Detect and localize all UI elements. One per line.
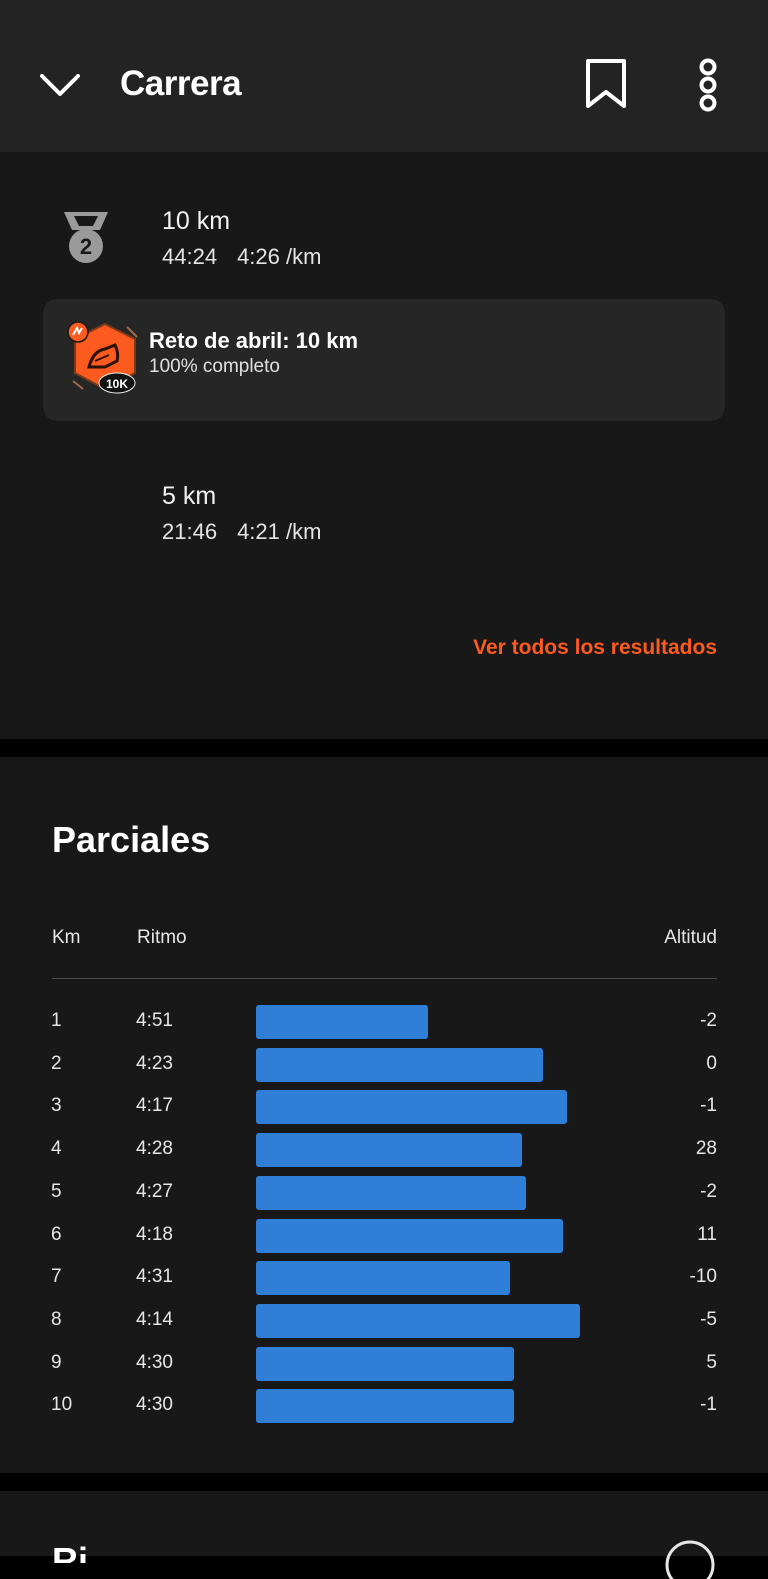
- effort-details: 44:24 4:26 /km: [162, 244, 321, 270]
- info-icon[interactable]: [664, 1539, 716, 1579]
- split-pace: 4:17: [136, 1095, 173, 1117]
- split-row: 10 4:30 -1: [0, 1387, 768, 1425]
- pace-bar: [256, 1218, 563, 1253]
- challenge-title: Reto de abril: 10 km: [149, 328, 359, 353]
- next-section-card: Ri: [0, 1491, 768, 1579]
- split-km: 5: [51, 1180, 62, 1202]
- split-km: 2: [51, 1052, 62, 1074]
- effort-pace: 4:21 /km: [237, 519, 322, 544]
- column-header-pace: Ritmo: [137, 927, 187, 948]
- pace-bar: [256, 1047, 543, 1082]
- split-km: 7: [51, 1266, 62, 1288]
- split-row: 1 4:51 -2: [0, 1003, 768, 1041]
- split-km: 6: [51, 1223, 62, 1245]
- challenge-badge-icon: 10K: [67, 321, 138, 394]
- split-altitude: 0: [706, 1052, 717, 1074]
- more-options-icon[interactable]: [692, 58, 724, 112]
- column-header-km: Km: [52, 927, 81, 948]
- splits-card: Parciales Km Ritmo Altitud 1 4:51 -2 2 4:23 0…: [0, 757, 768, 1473]
- challenge-status: 100% completo: [149, 356, 280, 377]
- best-efforts-card: 2 10 km 44:24 4:26 /km 10K Reto de abril:…: [0, 152, 768, 739]
- split-altitude: -2: [700, 1180, 717, 1202]
- split-pace: 4:30: [136, 1351, 173, 1373]
- divider: [52, 978, 717, 979]
- split-pace: 4:23: [136, 1052, 173, 1074]
- split-km: 9: [51, 1351, 62, 1373]
- pace-bar: [256, 1005, 428, 1039]
- split-altitude: -2: [700, 1010, 717, 1031]
- split-row: 9 4:30 5: [0, 1345, 768, 1383]
- split-row: 3 4:17 -1: [0, 1088, 768, 1126]
- pace-bar: [256, 1090, 567, 1125]
- pace-bar: [256, 1261, 510, 1296]
- effort-pace: 4:26 /km: [237, 244, 322, 269]
- split-altitude: -1: [700, 1095, 717, 1117]
- split-altitude: -1: [700, 1394, 717, 1416]
- pace-bar: [256, 1346, 514, 1381]
- split-pace: 4:14: [136, 1308, 173, 1330]
- bookmark-icon[interactable]: [584, 58, 628, 110]
- split-pace: 4:28: [136, 1138, 173, 1160]
- chevron-down-icon[interactable]: [38, 68, 82, 104]
- page-title: Carrera: [120, 64, 242, 103]
- medal-rank: 2: [80, 234, 92, 259]
- split-pace: 4:27: [136, 1180, 173, 1202]
- split-pace: 4:51: [136, 1010, 173, 1031]
- top-app-bar: Carrera: [0, 0, 768, 152]
- split-pace: 4:18: [136, 1223, 173, 1245]
- badge-label: 10K: [106, 377, 128, 391]
- split-row: 8 4:14 -5: [0, 1302, 768, 1340]
- split-pace: 4:31: [136, 1266, 173, 1288]
- split-altitude: 28: [695, 1138, 717, 1160]
- section-title-partial: Ri: [52, 1543, 92, 1563]
- split-km: 1: [51, 1010, 62, 1031]
- pace-bar: [256, 1133, 522, 1168]
- split-altitude: 5: [706, 1351, 717, 1373]
- split-km: 8: [51, 1308, 62, 1330]
- effort-time: 44:24: [162, 244, 218, 269]
- effort-distance: 5 km: [162, 482, 217, 510]
- split-row: 7 4:31 -10: [0, 1259, 768, 1297]
- column-header-altitude: Altitud: [664, 927, 717, 948]
- effort-details: 21:46 4:21 /km: [162, 519, 321, 545]
- split-row: 2 4:23 0: [0, 1046, 768, 1084]
- split-km: 4: [51, 1138, 62, 1160]
- pace-bar: [256, 1175, 526, 1210]
- split-km: 10: [51, 1394, 73, 1416]
- split-pace: 4:30: [136, 1394, 173, 1416]
- challenge-card[interactable]: 10K Reto de abril: 10 km 100% completo: [43, 299, 725, 421]
- split-row: 6 4:18 11: [0, 1217, 768, 1255]
- split-altitude: -5: [700, 1308, 717, 1330]
- pace-bar: [256, 1389, 514, 1424]
- split-row: 4 4:28 28: [0, 1131, 768, 1169]
- split-km: 3: [51, 1095, 62, 1117]
- see-all-results-link[interactable]: Ver todos los resultados: [473, 636, 717, 660]
- splits-title: Parciales: [52, 819, 211, 860]
- effort-distance: 10 km: [162, 207, 231, 235]
- split-altitude: 11: [697, 1223, 717, 1245]
- pace-bar: [256, 1303, 580, 1338]
- silver-medal-icon: 2: [64, 212, 108, 263]
- effort-time: 21:46: [162, 519, 218, 544]
- split-row: 5 4:27 -2: [0, 1174, 768, 1212]
- split-altitude: -10: [689, 1266, 717, 1288]
